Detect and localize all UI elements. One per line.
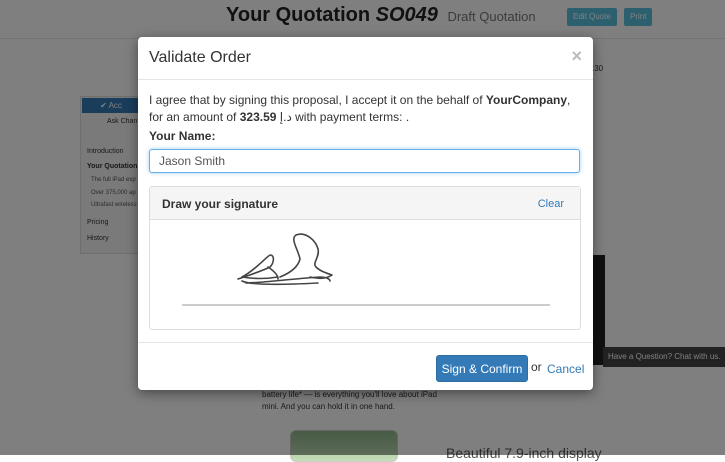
signature-stroke <box>237 233 333 286</box>
clear-signature-link[interactable]: Clear <box>538 198 564 210</box>
or-label: or <box>531 360 542 374</box>
agreement-text-part-1: I agree that by signing this proposal, I… <box>149 93 486 107</box>
order-amount: 323.59 <box>239 110 277 124</box>
signature-panel-header: Draw your signature Clear <box>150 187 580 220</box>
modal-footer: Sign & Confirm or Cancel <box>138 342 593 390</box>
signature-panel: Draw your signature Clear <box>149 186 581 330</box>
signature-title: Draw your signature <box>162 197 279 211</box>
modal-title: Validate Order <box>149 49 251 66</box>
close-icon[interactable]: × <box>571 46 582 67</box>
agreement-text-part-3: with payment terms: . <box>291 110 410 124</box>
signature-pad[interactable] <box>150 219 580 329</box>
cancel-link[interactable]: Cancel <box>547 362 584 376</box>
currency-symbol: د.إ <box>279 110 292 124</box>
sign-and-confirm-button[interactable]: Sign & Confirm <box>436 355 528 382</box>
company-name: YourCompany <box>485 93 568 107</box>
name-input[interactable] <box>149 149 580 173</box>
name-label: Your Name: <box>149 129 216 143</box>
modal-header: Validate Order × <box>138 37 593 80</box>
validate-order-modal: Validate Order × I agree that by signing… <box>138 37 593 390</box>
agreement-text: I agree that by signing this proposal, I… <box>149 92 581 126</box>
